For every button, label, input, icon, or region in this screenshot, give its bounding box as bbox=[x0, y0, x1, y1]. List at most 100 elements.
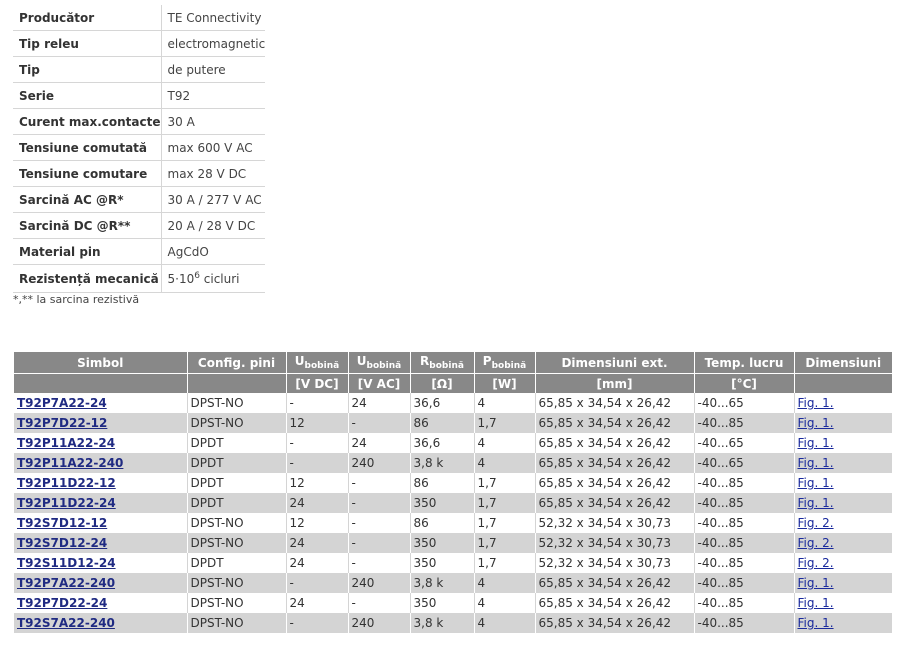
table-cell: DPST-NO bbox=[187, 593, 287, 613]
table-cell: 4 bbox=[474, 433, 536, 453]
symbol-link[interactable]: T92S7A22-240 bbox=[17, 616, 115, 630]
fig-link[interactable]: Fig. 1. bbox=[798, 476, 834, 490]
fig-link[interactable]: Fig. 1. bbox=[798, 596, 834, 610]
table-cell: 86 bbox=[410, 473, 475, 493]
config-cell: DPST-NO bbox=[190, 416, 244, 430]
table-cell: 24 bbox=[286, 593, 349, 613]
symbol-link[interactable]: T92P7D22-12 bbox=[17, 416, 107, 430]
spec-row: Rezistență mecanică 5·106 cicluri bbox=[13, 264, 266, 293]
fig-link[interactable]: Fig. 1. bbox=[798, 496, 834, 510]
fig-link[interactable]: Fig. 1. bbox=[798, 576, 834, 590]
p-cell: 1,7 bbox=[477, 556, 497, 570]
spec-label: Tip releu bbox=[13, 30, 161, 57]
spec-value: AgCdO bbox=[160, 238, 266, 265]
spec-label: Rezistență mecanică bbox=[13, 264, 161, 293]
uac-cell: - bbox=[351, 536, 356, 550]
uac-cell: - bbox=[351, 596, 356, 610]
spec-label: Serie bbox=[13, 82, 161, 109]
table-cell: -40...85 bbox=[694, 553, 795, 573]
specs-table: Producător TE Connectivity Tip releu elect… bbox=[13, 5, 266, 293]
column-unit bbox=[187, 373, 287, 393]
symbol-link[interactable]: T92S7D12-12 bbox=[17, 516, 107, 530]
fig-link[interactable]: Fig. 1. bbox=[798, 616, 834, 630]
spec-label: Producător bbox=[13, 5, 161, 31]
p-cell: 1,7 bbox=[477, 416, 497, 430]
udc-cell: 12 bbox=[289, 416, 305, 430]
table-cell: 52,32 x 34,54 x 30,73 bbox=[535, 513, 695, 533]
uac-cell: - bbox=[351, 476, 356, 490]
r-cell: 350 bbox=[413, 556, 437, 570]
config-cell: DPDT bbox=[190, 436, 224, 450]
column-header-label: Config. pini bbox=[197, 355, 276, 370]
table-cell: Fig. 1. bbox=[794, 473, 892, 493]
spec-value: de putere bbox=[160, 56, 266, 83]
r-cell: 86 bbox=[413, 516, 429, 530]
table-cell: 350 bbox=[410, 533, 475, 553]
column-header-label: P bbox=[482, 354, 492, 368]
p-cell: 1,7 bbox=[477, 516, 497, 530]
dim-cell: 65,85 x 34,54 x 26,42 bbox=[538, 576, 672, 590]
table-cell: -40...85 bbox=[694, 473, 795, 493]
table-cell: 4 bbox=[474, 573, 536, 593]
table-cell: - bbox=[286, 393, 349, 413]
symbol-link[interactable]: T92P7A22-240 bbox=[17, 576, 115, 590]
r-cell: 3,8 k bbox=[413, 576, 444, 590]
symbol-link[interactable]: T92S7D12-24 bbox=[17, 536, 107, 550]
symbol-link[interactable]: T92P11D22-12 bbox=[17, 476, 116, 490]
table-cell: 24 bbox=[286, 553, 349, 573]
table-cell: 24 bbox=[286, 533, 349, 553]
table-cell: - bbox=[286, 433, 349, 453]
temp-cell: -40...85 bbox=[697, 496, 744, 510]
table-cell: 24 bbox=[348, 393, 411, 413]
fig-link[interactable]: Fig. 1. bbox=[798, 456, 834, 470]
uac-cell: - bbox=[351, 496, 356, 510]
column-unit: [Ω] bbox=[410, 373, 475, 393]
table-cell: 65,85 x 34,54 x 26,42 bbox=[535, 413, 695, 433]
temp-cell: -40...85 bbox=[697, 476, 744, 490]
p-cell: 1,7 bbox=[477, 536, 497, 550]
r-cell: 350 bbox=[413, 536, 437, 550]
config-cell: DPST-NO bbox=[190, 576, 244, 590]
fig-link[interactable]: Fig. 1. bbox=[798, 396, 834, 410]
fig-link[interactable]: Fig. 2. bbox=[798, 516, 834, 530]
dim-cell: 52,32 x 34,54 x 30,73 bbox=[538, 536, 672, 550]
fig-link[interactable]: Fig. 1. bbox=[798, 436, 834, 450]
fig-link[interactable]: Fig. 2. bbox=[798, 556, 834, 570]
spec-value: 30 A bbox=[160, 108, 266, 135]
r-cell: 350 bbox=[413, 596, 437, 610]
column-header-label: U bbox=[294, 354, 305, 368]
fig-link[interactable]: Fig. 2. bbox=[798, 536, 834, 550]
table-row: T92P7A22-24 DPST-NO - 24 36,6 4 65,85 x 34,54 … bbox=[14, 393, 892, 413]
symbol-link[interactable]: T92P11A22-240 bbox=[17, 456, 123, 470]
udc-cell: - bbox=[289, 616, 294, 630]
column-header: Ubobină bbox=[286, 352, 349, 374]
symbol-link[interactable]: T92P7A22-24 bbox=[17, 396, 107, 410]
symbol-link[interactable]: T92P11D22-24 bbox=[17, 496, 116, 510]
column-unit: [V AC] bbox=[348, 373, 411, 393]
table-cell: - bbox=[348, 533, 411, 553]
table-cell: DPST-NO bbox=[187, 393, 287, 413]
symbol-link[interactable]: T92P11A22-24 bbox=[17, 436, 115, 450]
spec-row: Tensiune comutare max 28 V DC bbox=[13, 160, 266, 187]
table-cell: 1,7 bbox=[474, 473, 536, 493]
table-cell: 36,6 bbox=[410, 433, 475, 453]
udc-cell: 24 bbox=[289, 556, 305, 570]
table-cell: 12 bbox=[286, 473, 349, 493]
table-cell: 52,32 x 34,54 x 30,73 bbox=[535, 553, 695, 573]
spec-value-rest: cicluri bbox=[199, 272, 240, 286]
table-cell: Fig. 2. bbox=[794, 533, 892, 553]
column-header: Ubobină bbox=[348, 352, 411, 374]
symbol-link[interactable]: T92P7D22-24 bbox=[17, 596, 107, 610]
table-cell: Fig. 1. bbox=[794, 493, 892, 513]
fig-link[interactable]: Fig. 1. bbox=[798, 416, 834, 430]
table-cell: - bbox=[348, 413, 411, 433]
table-cell: -40...85 bbox=[694, 413, 795, 433]
table-cell: 65,85 x 34,54 x 26,42 bbox=[535, 493, 695, 513]
p-cell: 1,7 bbox=[477, 496, 497, 510]
table-cell: - bbox=[286, 573, 349, 593]
column-header-label: Simbol bbox=[77, 355, 124, 370]
symbol-link[interactable]: T92S11D12-24 bbox=[17, 556, 116, 570]
table-cell: 3,8 k bbox=[410, 453, 475, 473]
table-row: T92P7D22-24 DPST-NO 24 - 350 4 65,85 x 34,54 x… bbox=[14, 593, 892, 613]
column-header-subscript: bobină bbox=[491, 361, 527, 371]
